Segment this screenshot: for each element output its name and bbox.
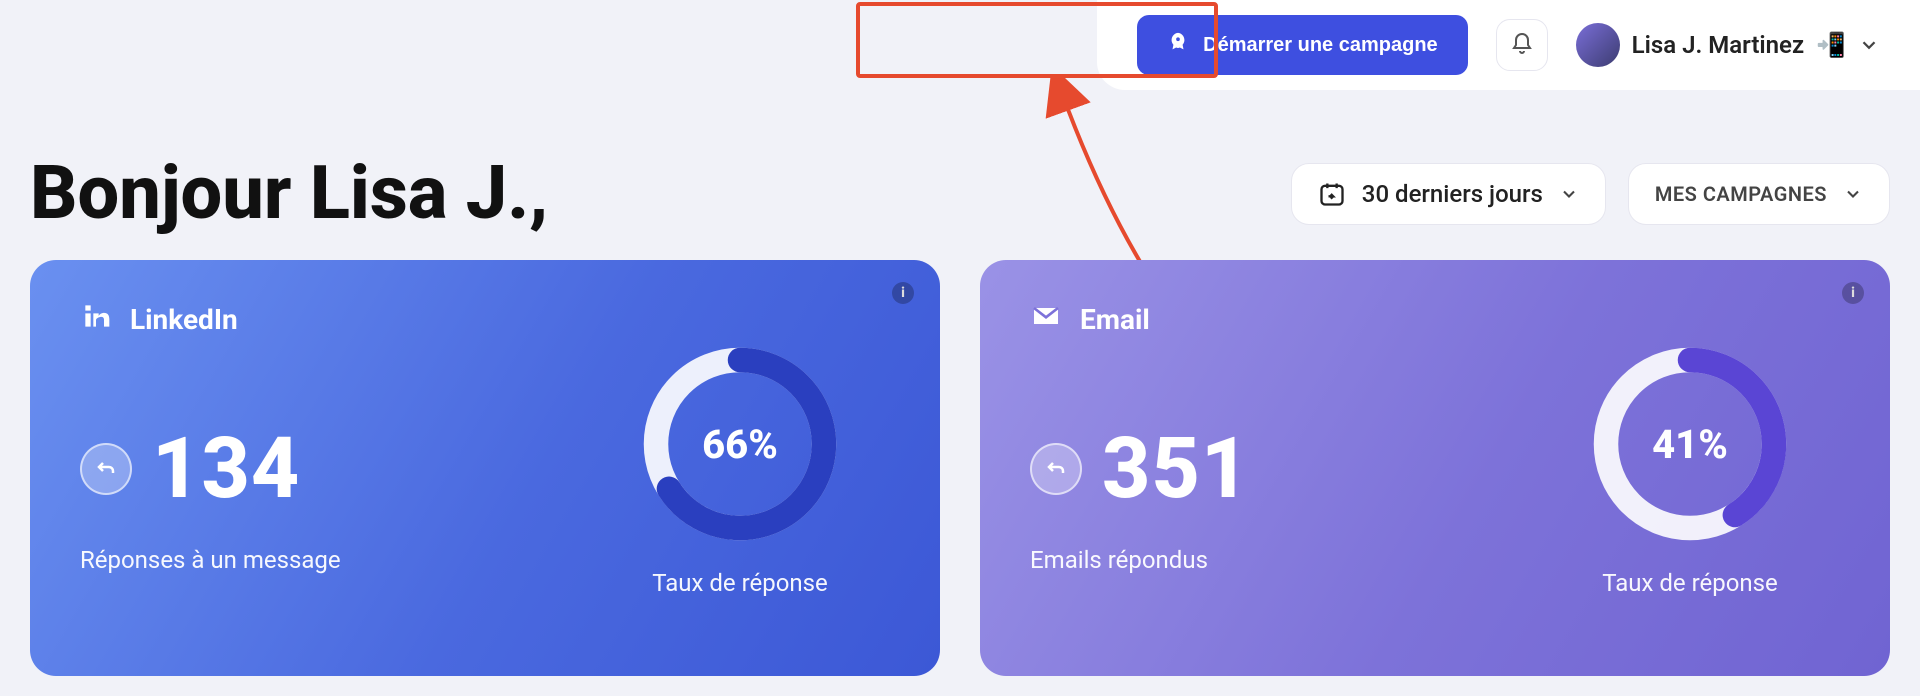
info-icon: i bbox=[901, 285, 905, 301]
email-card-left: Email 351 Emails répondus bbox=[1030, 300, 1540, 636]
info-button[interactable]: i bbox=[1842, 282, 1864, 304]
email-card-right: 41% Taux de réponse bbox=[1540, 300, 1840, 636]
start-campaign-button[interactable]: Démarrer une campagne bbox=[1137, 15, 1468, 75]
greeting-row: Bonjour Lisa J., 30 derniers jours MES C… bbox=[30, 150, 1890, 237]
device-emoji-icon: 📲 bbox=[1816, 31, 1846, 59]
start-campaign-label: Démarrer une campagne bbox=[1203, 34, 1438, 57]
chevron-down-icon bbox=[1858, 34, 1880, 56]
email-card-title-row: Email bbox=[1030, 300, 1540, 339]
linkedin-rate-label: Taux de réponse bbox=[652, 569, 828, 597]
date-range-label: 30 derniers jours bbox=[1362, 180, 1543, 208]
linkedin-card: i LinkedIn 134 Réponses à un message bbox=[30, 260, 940, 676]
filters: 30 derniers jours MES CAMPAGNES bbox=[1291, 163, 1890, 225]
linkedin-rate-donut: 66% bbox=[635, 339, 845, 549]
chevron-down-icon bbox=[1843, 184, 1863, 204]
page-title: Bonjour Lisa J., bbox=[30, 150, 548, 237]
date-range-selector[interactable]: 30 derniers jours bbox=[1291, 163, 1606, 225]
linkedin-rate-value: 66% bbox=[635, 339, 845, 549]
user-name: Lisa J. Martinez bbox=[1632, 31, 1804, 59]
calendar-forward-icon bbox=[1318, 180, 1346, 208]
linkedin-count: 134 bbox=[152, 419, 300, 518]
email-card: i Email 351 Emails répondus bbox=[980, 260, 1890, 676]
email-card-title: Email bbox=[1080, 303, 1150, 336]
topbar: Démarrer une campagne Lisa J. Martinez 📲 bbox=[1097, 0, 1920, 90]
email-count: 351 bbox=[1102, 419, 1250, 518]
linkedin-card-right: 66% Taux de réponse bbox=[590, 300, 890, 636]
reply-icon bbox=[80, 443, 132, 495]
campaign-scope-label: MES CAMPAGNES bbox=[1655, 182, 1827, 206]
linkedin-count-label: Réponses à un message bbox=[80, 546, 590, 574]
bell-icon bbox=[1510, 32, 1534, 59]
email-rate-donut: 41% bbox=[1585, 339, 1795, 549]
info-icon: i bbox=[1851, 285, 1855, 301]
campaign-scope-selector[interactable]: MES CAMPAGNES bbox=[1628, 163, 1890, 225]
stats-cards: i LinkedIn 134 Réponses à un message bbox=[30, 260, 1890, 676]
reply-icon bbox=[1030, 443, 1082, 495]
linkedin-count-row: 134 bbox=[80, 419, 590, 518]
linkedin-card-title: LinkedIn bbox=[130, 303, 238, 336]
envelope-icon bbox=[1030, 300, 1062, 339]
user-menu[interactable]: Lisa J. Martinez 📲 bbox=[1576, 23, 1880, 67]
linkedin-card-title-row: LinkedIn bbox=[80, 300, 590, 339]
notifications-button[interactable] bbox=[1496, 19, 1548, 71]
email-rate-value: 41% bbox=[1585, 339, 1795, 549]
email-rate-label: Taux de réponse bbox=[1602, 569, 1778, 597]
linkedin-icon bbox=[80, 300, 112, 339]
email-count-row: 351 bbox=[1030, 419, 1540, 518]
avatar bbox=[1576, 23, 1620, 67]
info-button[interactable]: i bbox=[892, 282, 914, 304]
linkedin-card-left: LinkedIn 134 Réponses à un message bbox=[80, 300, 590, 636]
email-count-label: Emails répondus bbox=[1030, 546, 1540, 574]
chevron-down-icon bbox=[1559, 184, 1579, 204]
rocket-icon bbox=[1167, 31, 1189, 59]
